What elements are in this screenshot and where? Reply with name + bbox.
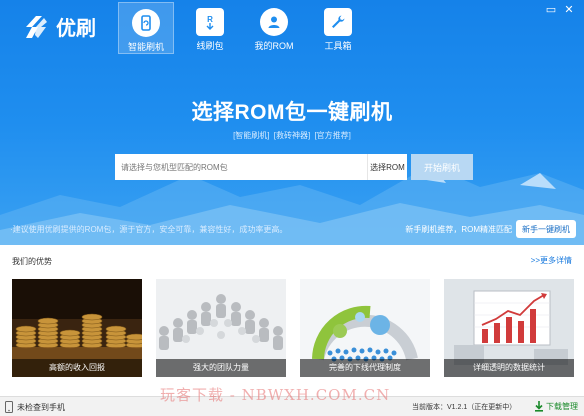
newbie-tip: 新手刷机推荐，ROM精准匹配 xyxy=(405,225,512,234)
phone-connection-status: 未检查到手机 xyxy=(4,401,65,413)
card-caption: 完善的下线代理制度 xyxy=(300,359,430,377)
svg-text:R: R xyxy=(207,15,213,24)
main-nav: 智能刷机 R 线刷包 我的ROM 工具箱 xyxy=(118,2,374,54)
nav-label: 工具箱 xyxy=(324,41,352,51)
more-details-link[interactable]: >>更多详情 xyxy=(531,255,572,266)
tag-unbrick[interactable]: [救砖神器] xyxy=(274,131,310,140)
tag-smart-flash[interactable]: [智能刷机] xyxy=(233,131,269,140)
nav-label: 我的ROM xyxy=(254,41,294,51)
nav-rom-package[interactable]: R 线刷包 xyxy=(182,2,238,54)
hero-tags: [智能刷机] [救砖神器] [官方推荐] xyxy=(0,130,584,141)
nav-label: 线刷包 xyxy=(196,41,224,51)
advantage-cards: 高额的收入回报 强大的团队力量 完善的下线代理制度 详细透明的数据统计 xyxy=(12,279,584,377)
hero-headline: 选择ROM包一键刷机 xyxy=(191,101,393,124)
window-controls: ▭ ✕ xyxy=(542,2,578,16)
app-logo: 优刷 xyxy=(22,12,96,41)
advantage-card-agency[interactable]: 完善的下线代理制度 xyxy=(300,279,430,377)
phone-status-text: 未检查到手机 xyxy=(17,402,65,412)
minimize-icon[interactable]: ▭ xyxy=(542,2,560,16)
advantages-title: 我们的优势 xyxy=(12,257,52,266)
close-icon[interactable]: ✕ xyxy=(560,2,578,16)
rom-search-input[interactable] xyxy=(115,154,367,180)
card-caption: 高额的收入回报 xyxy=(12,359,142,377)
download-icon xyxy=(535,401,543,412)
card-caption: 强大的团队力量 xyxy=(156,359,286,377)
download-manager-button[interactable]: 下载管理 xyxy=(534,401,578,412)
card-caption: 详细透明的数据统计 xyxy=(444,359,574,377)
nav-toolbox[interactable]: 工具箱 xyxy=(310,2,366,54)
phone-refresh-icon xyxy=(132,9,160,37)
advantages-header: 我们的优势 >>更多详情 xyxy=(0,245,584,275)
hero-banner: 优刷 智能刷机 R 线刷包 我的ROM 工具箱 ▭ ✕ 选择ROM包一键刷机 [… xyxy=(0,0,584,245)
rom-search-bar: 选择ROM 开始刷机 xyxy=(115,154,473,180)
advantage-card-stats[interactable]: 详细透明的数据统计 xyxy=(444,279,574,377)
watermark-text: 玩客下载 - NBWXH.COM.CN xyxy=(160,386,391,404)
nav-smart-flash[interactable]: 智能刷机 xyxy=(118,2,174,54)
rom-package-icon: R xyxy=(196,8,224,36)
wrench-icon xyxy=(324,8,352,36)
select-rom-button[interactable]: 选择ROM xyxy=(367,154,407,180)
app-name: 优刷 xyxy=(56,18,96,40)
advantage-card-income[interactable]: 高额的收入回报 xyxy=(12,279,142,377)
phone-icon xyxy=(5,401,13,413)
tag-official[interactable]: [官方推荐] xyxy=(314,131,350,140)
download-manager-label: 下载管理 xyxy=(546,402,578,411)
advantage-card-team[interactable]: 强大的团队力量 xyxy=(156,279,286,377)
newbie-flash-button[interactable]: 新手一键刷机 xyxy=(516,220,576,238)
logo-icon xyxy=(26,15,47,38)
nav-label: 智能刷机 xyxy=(127,42,164,52)
nav-my-rom[interactable]: 我的ROM xyxy=(246,2,302,54)
version-text: 当前版本：V1.2.1（正在更新中） xyxy=(412,404,517,411)
start-flash-button[interactable]: 开始刷机 xyxy=(411,154,473,180)
user-icon xyxy=(260,8,288,36)
hero-tip: ·建议使用优刷提供的ROM包，源于官方，安全可靠，兼容性好，成功率更高。 xyxy=(10,225,288,234)
